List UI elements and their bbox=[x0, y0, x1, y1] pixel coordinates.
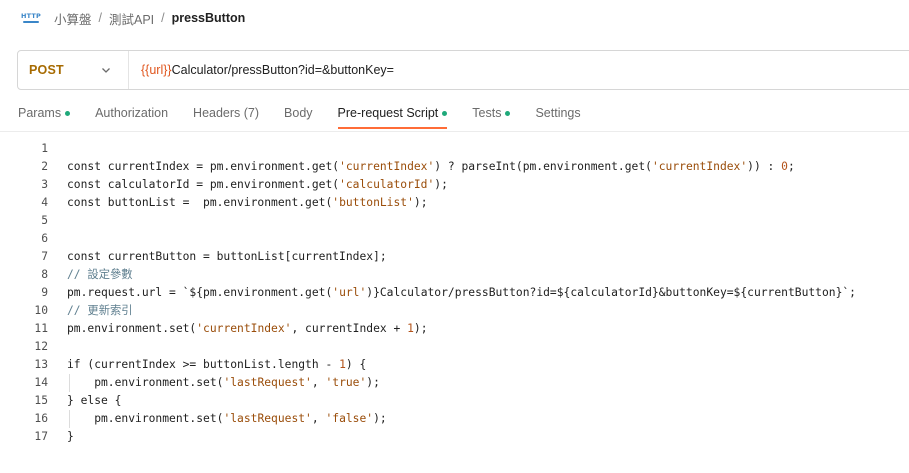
line-number: 15 bbox=[34, 394, 48, 407]
tab-authorization[interactable]: Authorization bbox=[95, 104, 168, 122]
code-line: 5 bbox=[0, 212, 909, 230]
line-number: 3 bbox=[41, 178, 48, 191]
breadcrumb-separator: / bbox=[161, 11, 165, 25]
code-line: 17} bbox=[0, 428, 909, 446]
request-name[interactable]: pressButton bbox=[172, 11, 246, 25]
code-line: 4 const buttonList = pm.environment.get('… bbox=[0, 194, 909, 212]
code-line: 10 // 更新索引 bbox=[0, 302, 909, 320]
code-text: // 更新索引 bbox=[67, 304, 133, 317]
tab-pre-request-script[interactable]: Pre-request Script bbox=[337, 104, 448, 129]
code-text: if (currentIndex >= buttonList.length - … bbox=[67, 358, 367, 371]
code-line: 12 bbox=[0, 338, 909, 356]
url-bar: POST {{url}}Calculator/pressButton?id=&b… bbox=[17, 50, 909, 90]
line-number: 11 bbox=[34, 322, 48, 335]
code-line: 15 } else { bbox=[0, 392, 909, 410]
status-dot bbox=[505, 110, 511, 116]
code-text: const currentIndex = pm.environment.get(… bbox=[67, 160, 795, 173]
tabs-divider bbox=[0, 131, 909, 132]
code-line: 7 const currentButton = buttonList[curren… bbox=[0, 248, 909, 266]
code-line: 16 pm.environment.set('lastRequest', 'fa… bbox=[0, 410, 909, 428]
breadcrumb-item-folder[interactable]: 測試API bbox=[109, 9, 154, 28]
tab-body[interactable]: Body bbox=[284, 104, 313, 122]
script-editor[interactable]: 1 2 const currentIndex = pm.environment.ge… bbox=[0, 140, 909, 446]
code-text: } bbox=[67, 430, 74, 443]
line-number: 6 bbox=[41, 232, 48, 245]
code-text: const buttonList = pm.environment.get('b… bbox=[67, 196, 428, 209]
tab-tests[interactable]: Tests bbox=[472, 104, 511, 122]
code-line: 3 const calculatorId = pm.environment.get… bbox=[0, 176, 909, 194]
line-number: 16 bbox=[34, 412, 48, 425]
status-dot bbox=[65, 110, 71, 116]
line-number: 17 bbox=[34, 430, 48, 443]
code-line: 9 pm.request.url = `${pm.environment.get(… bbox=[0, 284, 909, 302]
line-number: 1 bbox=[41, 142, 48, 155]
line-number: 5 bbox=[41, 214, 48, 227]
code-text: const calculatorId = pm.environment.get(… bbox=[67, 178, 448, 191]
line-number: 7 bbox=[41, 250, 48, 263]
code-line: 13 if (currentIndex >= buttonList.length … bbox=[0, 356, 909, 374]
line-number: 10 bbox=[34, 304, 48, 317]
line-number: 12 bbox=[34, 340, 48, 353]
line-number: 14 bbox=[34, 376, 48, 389]
request-tabs: Params Authorization Headers (7) Body Pr… bbox=[18, 104, 606, 129]
method-select[interactable]: POST bbox=[18, 51, 129, 89]
tab-params[interactable]: Params bbox=[18, 104, 71, 122]
url-path: Calculator/pressButton?id=&buttonKey= bbox=[171, 63, 394, 77]
code-line: 2 const currentIndex = pm.environment.get… bbox=[0, 158, 909, 176]
breadcrumb-separator: / bbox=[98, 11, 102, 25]
tab-settings[interactable]: Settings bbox=[535, 104, 580, 122]
line-number: 4 bbox=[41, 196, 48, 209]
code-line: 14 pm.environment.set('lastRequest', 'tr… bbox=[0, 374, 909, 392]
code-text: pm.environment.set('lastRequest', 'false… bbox=[67, 412, 387, 425]
http-request-icon: HTTP bbox=[21, 11, 41, 25]
line-number: 13 bbox=[34, 358, 48, 371]
code-text: pm.environment.set('lastRequest', 'true'… bbox=[67, 376, 380, 389]
breadcrumb: HTTP 小算盤 / 測試API / pressButton bbox=[21, 8, 246, 28]
code-line: 1 bbox=[0, 140, 909, 158]
chevron-down-icon bbox=[102, 68, 110, 73]
code-line: 6 bbox=[0, 230, 909, 248]
code-text: } else { bbox=[67, 394, 122, 407]
indent-guide bbox=[69, 410, 70, 428]
code-text: pm.environment.set('currentIndex', curre… bbox=[67, 322, 428, 335]
url-input[interactable]: {{url}}Calculator/pressButton?id=&button… bbox=[129, 63, 394, 77]
code-text: pm.request.url = `${pm.environment.get('… bbox=[67, 286, 856, 299]
status-dot bbox=[442, 110, 448, 116]
code-text: // 設定參數 bbox=[67, 268, 133, 281]
line-number: 9 bbox=[41, 286, 48, 299]
line-number: 8 bbox=[41, 268, 48, 281]
code-text: const currentButton = buttonList[current… bbox=[67, 250, 387, 263]
code-line: 11 pm.environment.set('currentIndex', cur… bbox=[0, 320, 909, 338]
url-variable: {{url}} bbox=[141, 63, 172, 77]
line-number: 2 bbox=[41, 160, 48, 173]
indent-guide bbox=[69, 374, 70, 392]
breadcrumb-item-collection[interactable]: 小算盤 bbox=[54, 9, 92, 28]
code-line: 8 // 設定參數 bbox=[0, 266, 909, 284]
tab-headers[interactable]: Headers (7) bbox=[193, 104, 259, 122]
method-label: POST bbox=[29, 63, 64, 77]
